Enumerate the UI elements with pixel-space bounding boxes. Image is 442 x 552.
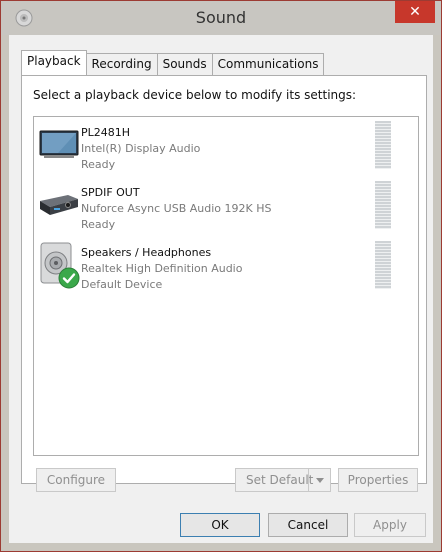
apply-button[interactable]: Apply: [354, 513, 426, 537]
level-meter: [375, 121, 391, 169]
device-item-pl2481h[interactable]: PL2481H Intel(R) Display Audio Ready: [34, 121, 416, 181]
device-description: Nuforce Async USB Audio 192K HS: [81, 202, 272, 215]
level-meter: [375, 181, 391, 229]
chevron-down-icon: [316, 478, 324, 483]
tab-strip: Playback Recording Sounds Communications: [21, 50, 325, 75]
title-bar[interactable]: Sound ✕: [1, 1, 441, 35]
device-list[interactable]: PL2481H Intel(R) Display Audio Ready SPD…: [33, 116, 419, 456]
instruction-text: Select a playback device below to modify…: [33, 88, 357, 102]
properties-button[interactable]: Properties: [338, 468, 418, 492]
set-default-dropdown-arrow[interactable]: [308, 469, 331, 491]
device-status: Ready: [81, 158, 116, 171]
ok-button[interactable]: OK: [180, 513, 260, 537]
device-status: Ready: [81, 218, 116, 231]
device-description: Intel(R) Display Audio: [81, 142, 201, 155]
set-default-split-button[interactable]: Set Default: [235, 468, 331, 492]
configure-button[interactable]: Configure: [36, 468, 116, 492]
device-status: Default Device: [81, 278, 163, 291]
tab-recording[interactable]: Recording: [85, 53, 158, 75]
tab-playback[interactable]: Playback: [21, 50, 87, 75]
audio-device-icon: [40, 195, 78, 215]
level-meter: [375, 241, 391, 289]
device-name: PL2481H: [81, 126, 131, 139]
window-title: Sound: [195, 8, 247, 27]
device-description: Realtek High Definition Audio: [81, 262, 243, 275]
device-name: SPDIF OUT: [81, 186, 140, 199]
cancel-button[interactable]: Cancel: [268, 513, 348, 537]
sound-dialog: Sound ✕ Playback Recording Sounds Commun…: [0, 0, 442, 552]
tab-communications[interactable]: Communications: [211, 53, 325, 75]
device-name: Speakers / Headphones: [81, 246, 212, 259]
close-button[interactable]: ✕: [395, 1, 435, 23]
device-item-speakers-headphones[interactable]: Speakers / Headphones Realtek High Defin…: [34, 241, 416, 301]
set-default-label: Set Default: [246, 473, 314, 487]
tab-sounds[interactable]: Sounds: [156, 53, 213, 75]
default-check-icon: [58, 267, 80, 289]
dialog-body: Playback Recording Sounds Communications…: [9, 35, 433, 543]
device-item-spdif-out[interactable]: SPDIF OUT Nuforce Async USB Audio 192K H…: [34, 181, 416, 241]
monitor-icon: [39, 130, 79, 158]
playback-panel: Select a playback device below to modify…: [21, 75, 427, 484]
